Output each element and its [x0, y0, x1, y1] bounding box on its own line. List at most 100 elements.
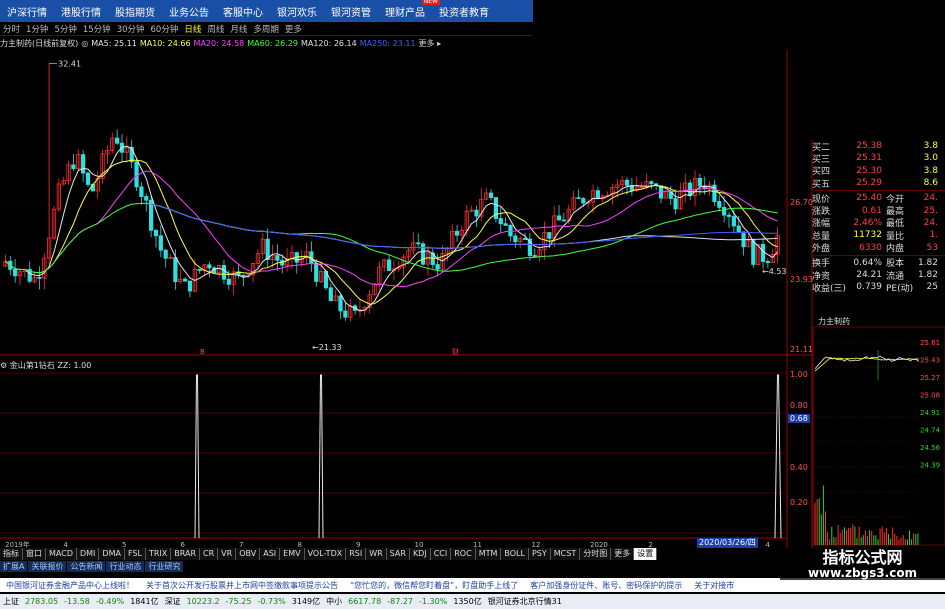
- nav-item[interactable]: 业务公告: [162, 4, 216, 19]
- nav-item[interactable]: 沪深行情: [0, 4, 54, 19]
- candle-body: [488, 192, 494, 198]
- chart-canvas[interactable]: 2019年456789101112202023432.41←21.33←4.53…: [0, 50, 945, 550]
- indicator-tab[interactable]: 窗口: [23, 548, 46, 560]
- extension-tab[interactable]: 扩展A: [0, 561, 28, 572]
- quote-row: 涨跌 0.61 最高 25.: [812, 204, 945, 218]
- period-option[interactable]: 5分钟: [51, 23, 79, 35]
- period-option[interactable]: 月线: [227, 23, 250, 35]
- quote-value: 53: [926, 242, 938, 253]
- watermark-title: 指标公式网: [822, 548, 903, 567]
- nav-item[interactable]: 银河资管: [324, 4, 378, 19]
- candle-body: [454, 230, 460, 236]
- period-option[interactable]: 多周期: [250, 23, 282, 35]
- candle-body: [338, 295, 343, 312]
- quote-label: 总量: [812, 231, 831, 242]
- price-axis-label: 21.11: [790, 345, 813, 354]
- more-menu[interactable]: 更多 ▸: [419, 38, 442, 49]
- indicator-tab[interactable]: TRIX: [145, 548, 172, 560]
- quote-volume: 3.8: [923, 141, 938, 152]
- nav-item[interactable]: 投资者教育: [432, 4, 496, 19]
- period-option[interactable]: 30分钟: [114, 23, 148, 35]
- nav-item[interactable]: 理财产品 NEW: [378, 0, 440, 19]
- news-item[interactable]: 关于对接市: [688, 580, 740, 591]
- indicator-tab[interactable]: MCST: [550, 548, 581, 560]
- indicator-tab[interactable]: ASI: [260, 548, 281, 560]
- price-axis-label: 23.93: [790, 275, 813, 284]
- quote-value: 25.29: [856, 178, 882, 189]
- indicator-tab[interactable]: CCI: [430, 548, 452, 560]
- status-value: 3149亿: [291, 597, 321, 606]
- candle-body: [498, 218, 503, 225]
- quote-label: 买五: [812, 179, 831, 190]
- settings-icon[interactable]: ⚙: [0, 361, 7, 370]
- period-option[interactable]: 1分钟: [23, 23, 51, 35]
- indicator-tab[interactable]: EMV: [280, 548, 305, 560]
- status-value: 1350亿: [453, 597, 482, 606]
- period-option[interactable]: 周线: [204, 23, 227, 35]
- extension-tab[interactable]: 关联报价: [28, 561, 67, 572]
- indicator-tab[interactable]: OBV: [236, 548, 261, 560]
- indicator-tab[interactable]: SAR: [386, 548, 410, 560]
- status-value: -13.58: [64, 597, 90, 606]
- indicator-tab[interactable]: VR: [218, 548, 237, 560]
- news-item[interactable]: 关于首次公开发行股票并上市网中签缴款事项提示公告: [140, 580, 344, 591]
- period-option[interactable]: 更多: [282, 23, 305, 35]
- indicator-tab[interactable]: ROC: [451, 548, 476, 560]
- extension-tab[interactable]: 行业研究: [145, 561, 184, 572]
- period-option[interactable]: 15分钟: [80, 23, 114, 35]
- news-item[interactable]: 客户加强身份证件、账号、密码保护的提示: [524, 580, 688, 591]
- indicator-tab[interactable]: 设置: [634, 548, 658, 560]
- indicator-tab[interactable]: CR: [200, 548, 219, 560]
- period-option[interactable]: 60分钟: [148, 23, 182, 35]
- nav-item[interactable]: 客服中心: [216, 4, 270, 19]
- indicator-axis-label: 0.20: [790, 498, 808, 507]
- indicator-tab[interactable]: RSI: [346, 548, 367, 560]
- quote-label: 流通: [886, 271, 905, 282]
- indicator-tab[interactable]: 指标: [0, 548, 23, 560]
- candle-body: [765, 261, 770, 263]
- indicator-tab[interactable]: MACD: [46, 548, 77, 560]
- news-item[interactable]: “您忙您的，微信帮您盯着盘”，盯盘助手上线了: [344, 580, 524, 591]
- extension-tab[interactable]: 公告新闻: [67, 561, 106, 572]
- indicator-tab[interactable]: PSY: [528, 548, 551, 560]
- candle-body: [649, 181, 654, 185]
- indicator-tab[interactable]: WR: [366, 548, 387, 560]
- period-option[interactable]: 日线: [181, 23, 204, 35]
- ma-line: [5, 159, 778, 305]
- candle-body: [503, 223, 508, 226]
- indicator-tab[interactable]: FSL: [124, 548, 146, 560]
- candle-body: [173, 257, 178, 282]
- indicator-tab[interactable]: BOLL: [501, 548, 529, 560]
- extension-tab[interactable]: 行业动态: [106, 561, 145, 572]
- mini-avg-line: [814, 357, 920, 372]
- quote-value: 25.31: [856, 153, 882, 164]
- status-value: 10223.2: [186, 597, 220, 606]
- indicator-tab[interactable]: BRAR: [171, 548, 201, 560]
- indicator-tab[interactable]: VOL-TDX: [304, 548, 347, 560]
- quote-value: 0.64%: [853, 257, 882, 268]
- indicator-tab[interactable]: DMA: [99, 548, 125, 560]
- ma-legend: 力主制药(日线前复权) ◎ MA5: 25.11 MA10: 24.66 MA20:…: [0, 37, 444, 49]
- indicator-tab[interactable]: 更多: [611, 548, 635, 560]
- indicator-tab[interactable]: KDJ: [409, 548, 431, 560]
- period-option[interactable]: 分时: [0, 23, 23, 35]
- watermark: 指标公式网 www.zbgs3.com: [780, 548, 945, 580]
- nav-item[interactable]: 股指期货: [108, 4, 162, 19]
- signal-marker: B: [200, 348, 205, 356]
- indicator-tab[interactable]: 分时图: [580, 548, 612, 560]
- candle-body: [197, 268, 202, 271]
- indicator-tab[interactable]: DMI: [76, 548, 100, 560]
- mini-axis-label: 25.08: [920, 392, 940, 400]
- nav-item[interactable]: 银河欢乐: [270, 4, 324, 19]
- candle-body: [207, 264, 212, 269]
- nav-item[interactable]: 港股行情: [54, 4, 108, 19]
- quote-volume: 3.0: [923, 153, 938, 164]
- indicator-tab[interactable]: MTM: [475, 548, 502, 560]
- quote-label: 量比: [886, 231, 905, 242]
- quote-label: 买三: [812, 154, 831, 165]
- ma-line: [151, 203, 778, 249]
- news-item[interactable]: 中国银河证券金融产品中心上线啦！: [0, 580, 140, 591]
- quote-row: 换手 0.64% 股本 1.82: [812, 257, 945, 270]
- quote-label: 今开: [886, 194, 905, 205]
- candle-body: [760, 244, 766, 262]
